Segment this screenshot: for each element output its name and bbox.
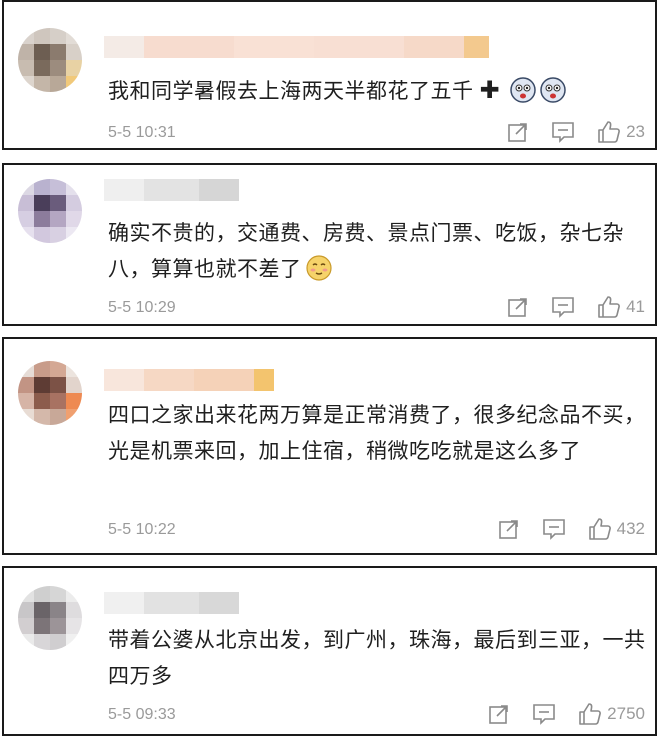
thumbs-up-icon: [598, 296, 620, 318]
reply-button[interactable]: [542, 518, 566, 540]
like-count: 23: [626, 122, 645, 141]
reply-button[interactable]: [532, 703, 556, 725]
comment-actions: 41: [485, 295, 645, 319]
comment-icon: [552, 122, 574, 143]
like-count: 2750: [607, 704, 645, 723]
comment-actions: 432: [476, 517, 645, 541]
like-button[interactable]: 432: [588, 517, 645, 541]
comment-actions: 2750: [466, 702, 645, 726]
comment-time: 5-5 10:29: [108, 299, 176, 316]
comment-time: 5-5 10:22: [108, 521, 176, 538]
avatar[interactable]: [18, 179, 82, 243]
scared-face-icon: [540, 77, 566, 103]
share-button[interactable]: [507, 296, 529, 318]
username-blurred[interactable]: [104, 36, 489, 58]
scared-face-icon: [510, 77, 536, 103]
like-count: 41: [626, 297, 645, 316]
username-blurred[interactable]: [104, 179, 239, 201]
comment-card: 确实不贵的，交通费、房费、景点门票、吃饭，杂七杂八，算算也就不差了 5-5 10…: [2, 163, 657, 326]
share-icon: [498, 520, 518, 539]
share-button[interactable]: [498, 518, 520, 540]
share-icon: [508, 123, 527, 142]
comment-card: 我和同学暑假去上海两天半都花了五千 ✚ 5-5 10:31 23: [2, 0, 657, 150]
comment-text: 我和同学暑假去上海两天半都花了五千 ✚: [108, 72, 648, 109]
share-icon: [489, 705, 508, 724]
username-blurred[interactable]: [104, 369, 274, 391]
like-count: 432: [616, 519, 645, 538]
comment-card: 带着公婆从北京出发，到广州，珠海，最后到三亚，一共四万多 5-5 09:33 2…: [2, 566, 657, 736]
avatar[interactable]: [18, 28, 82, 92]
comment-text: 带着公婆从北京出发，到广州，珠海，最后到三亚，一共四万多: [108, 628, 646, 688]
comment-icon: [552, 297, 574, 318]
avatar[interactable]: [18, 586, 82, 650]
comment-icon: [542, 519, 565, 540]
comment-time: 5-5 10:31: [108, 124, 176, 141]
shy-face-icon: [305, 255, 332, 281]
comment-time: 5-5 09:33: [108, 706, 176, 723]
comment-actions: 23: [485, 120, 645, 144]
share-icon: [508, 298, 527, 317]
like-button[interactable]: 2750: [578, 702, 645, 726]
avatar[interactable]: [18, 361, 82, 425]
comment-icon: [533, 704, 555, 725]
username-blurred[interactable]: [104, 592, 239, 614]
reply-button[interactable]: [551, 296, 575, 318]
comment-text: 确实不贵的，交通费、房费、景点门票、吃饭，杂七杂八，算算也就不差了: [108, 221, 624, 281]
cross-icon: ✚: [479, 76, 501, 104]
share-button[interactable]: [488, 703, 510, 725]
like-button[interactable]: 41: [597, 295, 645, 319]
comment-card: 四口之家出来花两万算是正常消费了，很多纪念品不买，光是机票来回，加上住宿，稍微吃…: [2, 337, 657, 555]
thumbs-up-icon: [588, 518, 611, 540]
share-button[interactable]: [507, 121, 529, 143]
comment-text: 四口之家出来花两万算是正常消费了，很多纪念品不买，光是机票来回，加上住宿，稍微吃…: [108, 403, 646, 463]
like-button[interactable]: 23: [597, 120, 645, 144]
thumbs-up-icon: [579, 703, 602, 725]
thumbs-up-icon: [598, 121, 620, 143]
reply-button[interactable]: [551, 121, 575, 143]
